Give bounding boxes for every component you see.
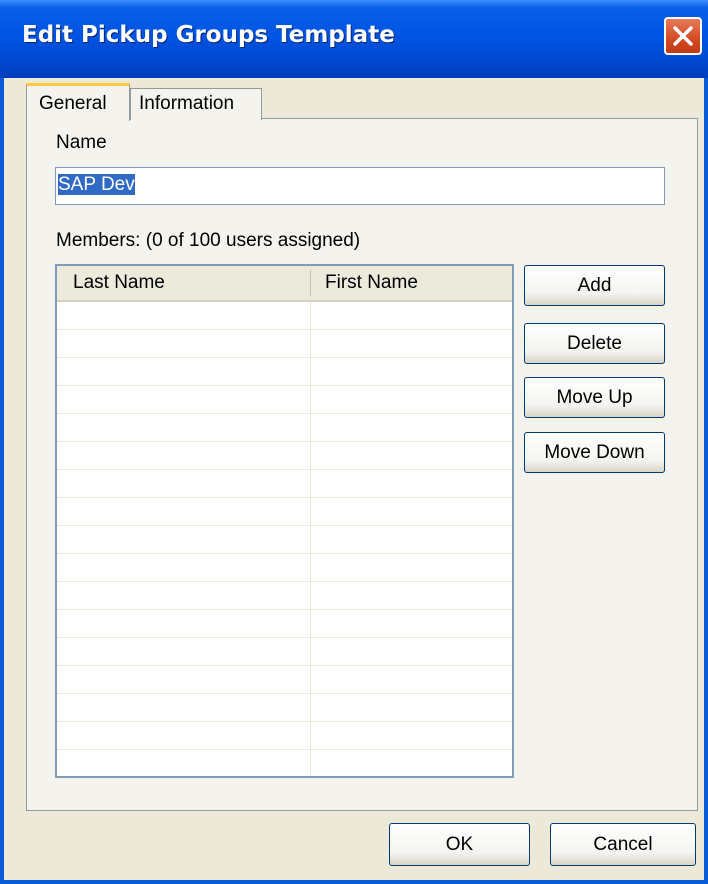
table-row[interactable]	[57, 722, 512, 750]
move-up-button[interactable]: Move Up	[524, 377, 665, 418]
table-row[interactable]	[57, 666, 512, 694]
table-row[interactable]	[57, 414, 512, 442]
table-row[interactable]	[57, 694, 512, 722]
members-list-body[interactable]	[57, 302, 512, 776]
table-row[interactable]	[57, 302, 512, 330]
table-row[interactable]	[57, 386, 512, 414]
table-row[interactable]	[57, 442, 512, 470]
tab-information[interactable]: Information	[130, 88, 262, 120]
cancel-button[interactable]: Cancel	[550, 823, 696, 866]
table-row[interactable]	[57, 638, 512, 666]
delete-button[interactable]: Delete	[524, 323, 665, 364]
table-row[interactable]	[57, 498, 512, 526]
ok-button[interactable]: OK	[389, 823, 530, 866]
name-field-value: SAP Dev	[58, 174, 135, 195]
members-label: Members: (0 of 100 users assigned)	[56, 230, 361, 251]
title-bar[interactable]: Edit Pickup Groups Template	[0, 0, 708, 78]
table-row[interactable]	[57, 358, 512, 386]
close-icon	[673, 26, 693, 46]
table-row[interactable]	[57, 330, 512, 358]
table-row[interactable]	[57, 526, 512, 554]
name-field[interactable]: SAP Dev	[55, 167, 665, 205]
window-title: Edit Pickup Groups Template	[22, 22, 395, 48]
column-divider[interactable]	[310, 270, 311, 296]
table-row[interactable]	[57, 610, 512, 638]
column-header-first-name[interactable]: First Name	[325, 272, 418, 294]
add-button[interactable]: Add	[524, 265, 665, 306]
close-button[interactable]	[664, 17, 702, 55]
table-row[interactable]	[57, 470, 512, 498]
members-list-header: Last Name First Name	[57, 266, 512, 302]
column-header-last-name[interactable]: Last Name	[73, 272, 165, 294]
table-row[interactable]	[57, 750, 512, 776]
move-down-button[interactable]: Move Down	[524, 432, 665, 473]
members-list[interactable]: Last Name First Name	[55, 264, 514, 778]
tab-general[interactable]: General	[26, 83, 130, 121]
table-row[interactable]	[57, 554, 512, 582]
name-label: Name	[56, 132, 107, 153]
table-row[interactable]	[57, 582, 512, 610]
